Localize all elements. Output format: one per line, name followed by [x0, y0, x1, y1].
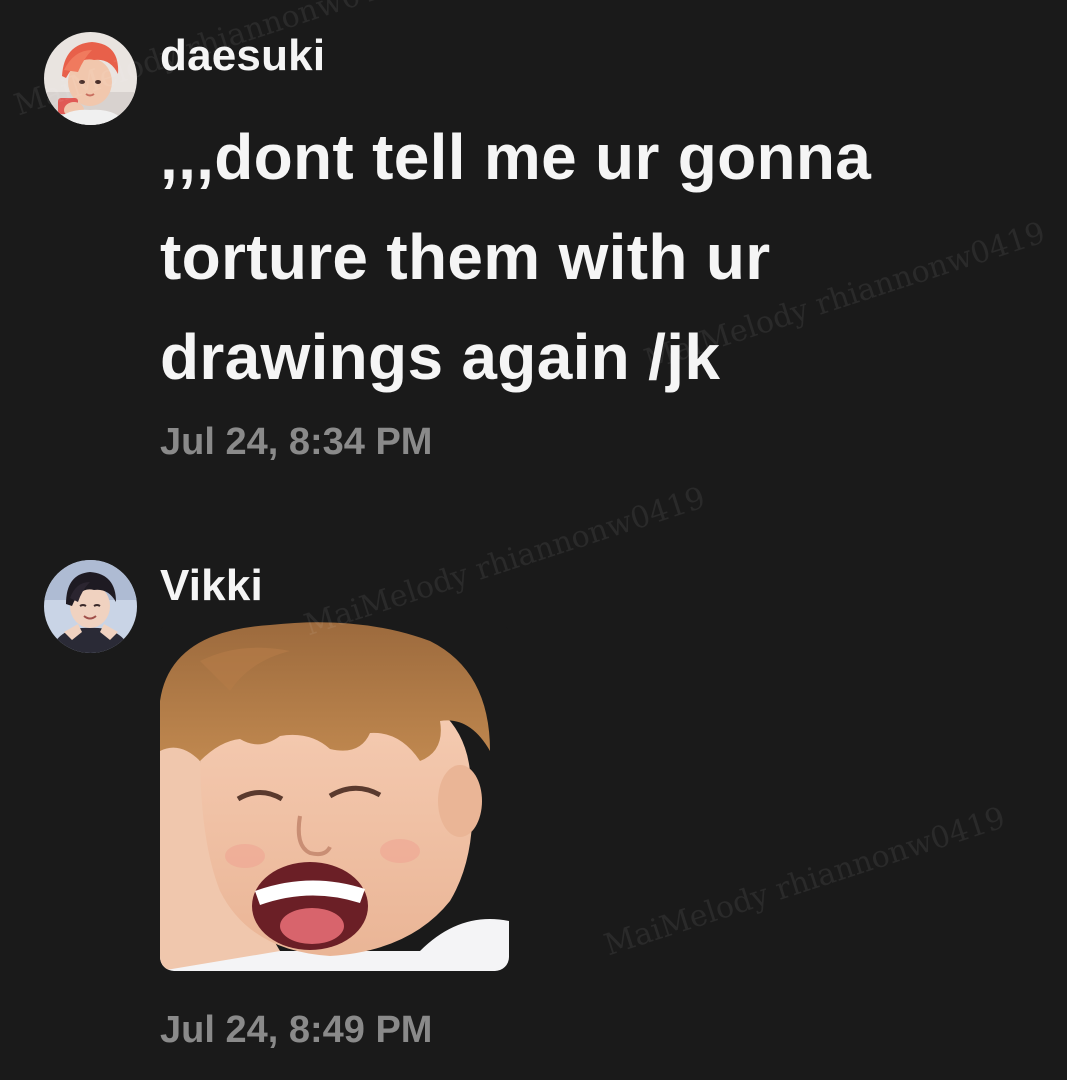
laughing-face-sticker-icon [160, 621, 509, 971]
username[interactable]: Vikki [160, 564, 263, 608]
message-text: ,,,dont tell me ur gonna torture them wi… [160, 107, 1020, 407]
username[interactable]: daesuki [160, 34, 325, 78]
message-timestamp: Jul 24, 8:49 PM [160, 1009, 433, 1051]
message-line: drawings again /jk [160, 321, 721, 393]
sticker-image[interactable] [160, 621, 509, 971]
avatar-vikki-icon [44, 560, 137, 653]
user-avatar[interactable] [44, 32, 137, 125]
message-line: ,,,dont tell me ur gonna [160, 121, 872, 193]
avatar-daesuki-icon [44, 32, 137, 125]
watermark: MaiMelody rhiannonw0419 [600, 800, 1010, 964]
message-thread: daesuki ,,,dont tell me ur gonna torture… [0, 0, 1067, 1080]
message-line: torture them with ur [160, 221, 771, 293]
user-avatar[interactable] [44, 560, 137, 653]
watermark: MaiMelody rhiannonw0419 [300, 480, 710, 644]
message-timestamp: Jul 24, 8:34 PM [160, 421, 433, 463]
